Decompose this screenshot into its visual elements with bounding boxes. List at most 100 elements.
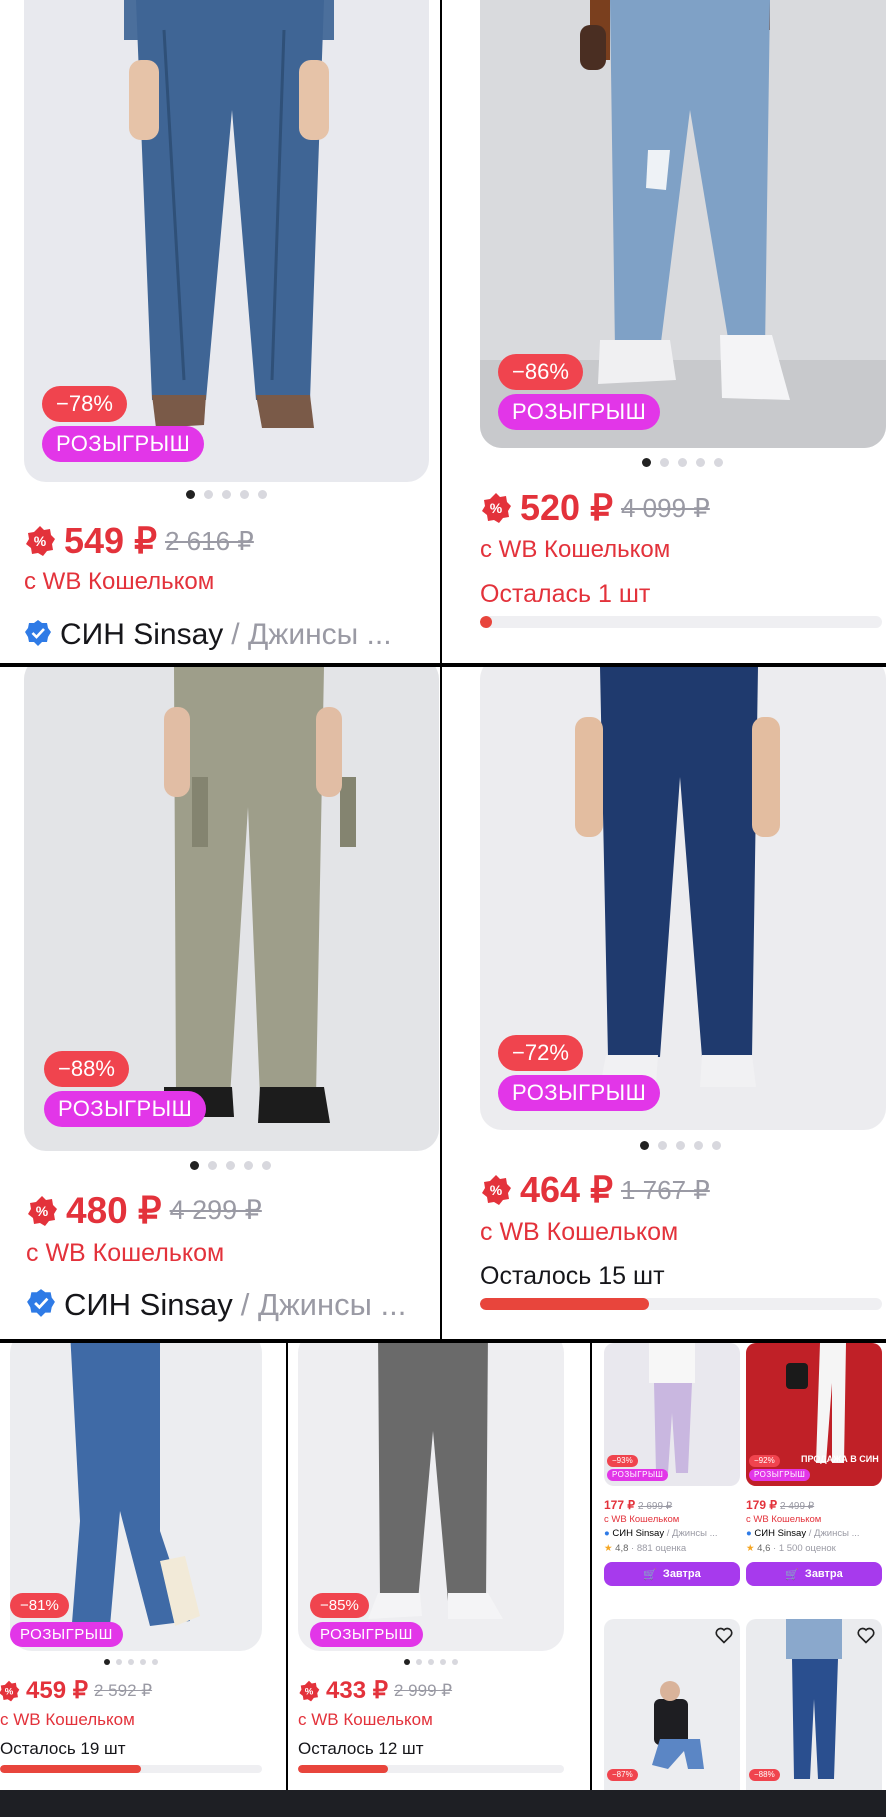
delivery-button[interactable]: 🛒 Завтра: [604, 1562, 740, 1586]
discount-icon: %: [0, 1680, 20, 1702]
image-pager: [640, 1141, 721, 1150]
discount-badge: −92%: [749, 1455, 780, 1467]
price: 520 ₽: [520, 487, 613, 528]
category: / Джинсы ...: [231, 618, 392, 651]
price: 179 ₽: [746, 1498, 777, 1512]
old-price: 4 099 ₽: [620, 492, 710, 523]
discount-badge: −72%: [498, 1035, 583, 1071]
image-pager: [404, 1659, 458, 1665]
verified-icon: ●: [746, 1528, 752, 1539]
discount-icon: %: [480, 1174, 512, 1206]
wallet-note: с WB Кошельком: [24, 568, 215, 595]
old-price: 2 999 ₽: [393, 1680, 453, 1700]
old-price: 2 499 ₽: [780, 1501, 815, 1512]
discount-icon: %: [480, 492, 512, 524]
cart-icon: 🛒: [785, 1568, 799, 1581]
wallet-note: с WB Кошельком: [480, 1218, 679, 1246]
discount-badge: −87%: [607, 1769, 638, 1781]
discount-badge: −88%: [44, 1051, 129, 1087]
price: 480 ₽: [66, 1190, 162, 1231]
stock-left: Осталось 15 шт: [480, 1262, 665, 1290]
brand-name[interactable]: СИН Sinsay: [754, 1528, 806, 1539]
image-pager: [186, 490, 267, 499]
image-pager: [190, 1161, 271, 1170]
raffle-badge: РОЗЫГРЫШ: [10, 1622, 123, 1647]
stock-bar: [298, 1765, 564, 1773]
raffle-badge: РОЗЫГРЫШ: [42, 426, 205, 462]
rating: 4,8: [615, 1543, 629, 1554]
product-card[interactable]: −81% РОЗЫГРЫШ % 459 ₽ 2 592 ₽ с WB Кошел…: [0, 1343, 286, 1790]
raffle-badge: РОЗЫГРЫШ: [310, 1622, 423, 1647]
raffle-badge: РОЗЫГРЫШ: [44, 1091, 207, 1127]
discount-badge: −85%: [310, 1593, 369, 1618]
price: 464 ₽: [520, 1169, 613, 1210]
stock-left: Осталась 1 шт: [480, 580, 651, 608]
rating: 4,6: [757, 1543, 771, 1554]
old-price: 1 767 ₽: [620, 1174, 710, 1205]
sale-banner: ПРОДАЖА В СИН: [801, 1454, 879, 1464]
discount-badge: −93%: [607, 1455, 638, 1467]
bottom-bar: [0, 1790, 886, 1817]
heart-icon[interactable]: [714, 1625, 734, 1645]
product-card[interactable]: ПРОДАЖА В СИН −92% РОЗЫГРЫШ 179 ₽2 499 ₽…: [746, 1343, 882, 1593]
verified-icon: [26, 1288, 56, 1323]
wallet-note: с WB Кошельком: [480, 536, 671, 563]
stock-left: Осталось 19 шт: [0, 1739, 126, 1758]
category: / Джинсы ...: [240, 1287, 407, 1322]
discount-icon: %: [26, 1195, 58, 1227]
discount-badge: −88%: [749, 1769, 780, 1781]
svg-text:%: %: [36, 1203, 49, 1219]
old-price: 2 699 ₽: [638, 1501, 673, 1512]
old-price: 2 616 ₽: [164, 525, 254, 556]
reviews: · 1 500 оценок: [773, 1543, 836, 1554]
discount-badge: −81%: [10, 1593, 69, 1618]
discount-badge: −86%: [498, 354, 583, 390]
raffle-badge: РОЗЫГРЫШ: [498, 1075, 661, 1111]
raffle-badge: РОЗЫГРЫШ: [498, 394, 661, 430]
price: 549 ₽: [64, 520, 157, 561]
product-card[interactable]: −87%: [604, 1619, 740, 1790]
wallet-note: с WB Кошельком: [746, 1514, 822, 1525]
raffle-badge: РОЗЫГРЫШ: [749, 1469, 811, 1481]
image-pager: [104, 1659, 158, 1665]
product-card[interactable]: −86% РОЗЫГРЫШ % 520 ₽ 4 099 ₽ с WB Кошел…: [442, 0, 886, 663]
category: / Джинсы ...: [666, 1528, 718, 1539]
svg-text:%: %: [305, 1686, 314, 1697]
svg-text:%: %: [5, 1686, 14, 1697]
product-card[interactable]: −88%: [746, 1619, 882, 1790]
verified-icon: ●: [604, 1528, 610, 1539]
old-price: 2 592 ₽: [93, 1680, 153, 1700]
discount-icon: %: [24, 525, 56, 557]
brand-name[interactable]: СИН Sinsay: [64, 1287, 233, 1323]
brand-name[interactable]: СИН Sinsay: [612, 1528, 664, 1539]
discount-icon: %: [298, 1680, 320, 1702]
price: 177 ₽: [604, 1498, 635, 1512]
product-card[interactable]: −78% РОЗЫГРЫШ % 549 ₽ 2 616 ₽ с WB Кошел…: [0, 0, 440, 663]
brand-name[interactable]: СИН Sinsay: [60, 618, 223, 652]
image-pager: [642, 458, 723, 467]
price: 433 ₽: [326, 1677, 388, 1704]
star-icon: ★: [746, 1543, 755, 1554]
cart-icon: 🛒: [643, 1568, 657, 1581]
wallet-note: с WB Кошельком: [26, 1239, 225, 1267]
old-price: 4 299 ₽: [169, 1195, 262, 1225]
product-card[interactable]: −88% РОЗЫГРЫШ % 480 ₽ 4 299 ₽ с WB Кошел…: [0, 667, 440, 1339]
verified-icon: [24, 619, 52, 652]
raffle-badge: РОЗЫГРЫШ: [607, 1469, 669, 1481]
mini-grid: −93% РОЗЫГРЫШ 177 ₽2 699 ₽ с WB Кошелько…: [592, 1343, 886, 1790]
product-card[interactable]: −85% РОЗЫГРЫШ % 433 ₽ 2 999 ₽ с WB Кошел…: [288, 1343, 590, 1790]
discount-badge: −78%: [42, 386, 127, 422]
stock-bar: [0, 1765, 262, 1773]
reviews: · 881 оценка: [631, 1543, 687, 1554]
category: / Джинсы ...: [808, 1528, 860, 1539]
delivery-button[interactable]: 🛒 Завтра: [746, 1562, 882, 1586]
heart-icon[interactable]: [856, 1625, 876, 1645]
wallet-note: с WB Кошельком: [298, 1710, 433, 1729]
product-card[interactable]: −93% РОЗЫГРЫШ 177 ₽2 699 ₽ с WB Кошелько…: [604, 1343, 740, 1593]
star-icon: ★: [604, 1543, 613, 1554]
svg-text:%: %: [490, 500, 503, 516]
stock-bar: [480, 616, 882, 628]
stock-left: Осталось 12 шт: [298, 1739, 424, 1758]
product-card[interactable]: −72% РОЗЫГРЫШ % 464 ₽ 1 767 ₽ с WB Кошел…: [442, 667, 886, 1339]
stock-bar: [480, 1298, 882, 1310]
